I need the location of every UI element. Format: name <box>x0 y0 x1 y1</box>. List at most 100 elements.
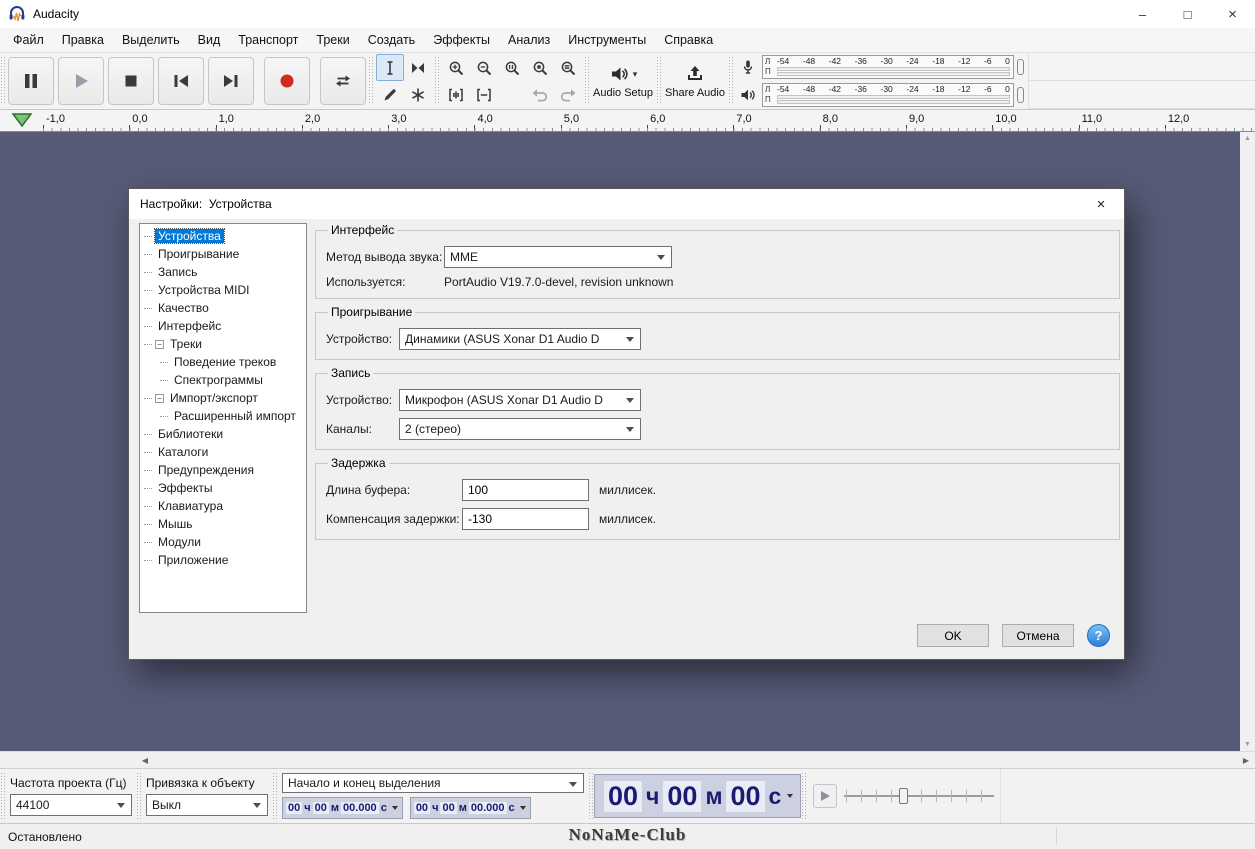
zoom-selection-button[interactable] <box>498 54 526 81</box>
playback-meter-display[interactable]: Л П -54-48-42-36-30-24-18-12-60 <box>762 83 1014 107</box>
help-button[interactable]: ? <box>1087 624 1110 647</box>
tree-item[interactable]: Качество <box>140 299 306 317</box>
menu-item[interactable]: Файл <box>4 30 53 50</box>
tree-item[interactable]: Клавиатура <box>140 497 306 515</box>
dialog-close-button[interactable]: × <box>1078 189 1124 219</box>
project-rate-combobox[interactable]: 44100 <box>10 794 132 816</box>
tree-item[interactable]: Расширенный импорт <box>140 407 306 425</box>
zoom-toggle-button[interactable] <box>526 54 554 81</box>
latency-compensation-input[interactable] <box>462 508 589 530</box>
recording-meter[interactable]: Л П -54-48-42-36-30-24-18-12-60 <box>736 54 1024 80</box>
maximize-button[interactable]: □ <box>1165 0 1210 28</box>
tree-item[interactable]: Предупреждения <box>140 461 306 479</box>
zoom-out-button[interactable] <box>470 54 498 81</box>
selection-tool-button[interactable] <box>376 54 404 81</box>
recording-device-combobox[interactable]: Микрофон (ASUS Xonar D1 Audio D <box>399 389 641 411</box>
timeline-ruler[interactable]: -1,00,01,02,03,04,05,06,07,08,09,010,011… <box>0 110 1255 132</box>
zoom-in-button[interactable] <box>442 54 470 81</box>
menu-item[interactable]: Правка <box>53 30 113 50</box>
draw-tool-button[interactable] <box>376 81 404 108</box>
tree-item[interactable]: Устройства MIDI <box>140 281 306 299</box>
scroll-left-button[interactable]: ◀ <box>137 753 153 768</box>
play-speed-slider-thumb[interactable] <box>899 788 908 804</box>
record-button[interactable] <box>264 57 310 105</box>
tree-item[interactable]: Приложение <box>140 551 306 569</box>
silence-audio-button[interactable] <box>470 81 498 108</box>
envelope-tool-button[interactable] <box>404 54 432 81</box>
horizontal-scrollbar[interactable]: ◀ ▶ <box>0 751 1255 768</box>
zoom-fit-button[interactable] <box>554 54 582 81</box>
scroll-down-button[interactable]: ▼ <box>1244 741 1251 748</box>
tree-item-label: Предупреждения <box>155 463 257 477</box>
audio-setup-button[interactable]: ▾ Audio Setup <box>590 55 656 107</box>
tree-item[interactable]: Устройства <box>140 227 306 245</box>
time-format-caret-icon[interactable] <box>787 794 793 798</box>
menu-item[interactable]: Треки <box>307 30 358 50</box>
share-audio-button[interactable]: Share Audio <box>662 55 728 107</box>
audio-host-combobox[interactable]: MME <box>444 246 672 268</box>
tree-item[interactable]: Интерфейс <box>140 317 306 335</box>
play-button[interactable] <box>58 57 104 105</box>
menu-item[interactable]: Инструменты <box>559 30 655 50</box>
cancel-button[interactable]: Отмена <box>1002 624 1074 647</box>
menu-item[interactable]: Эффекты <box>424 30 499 50</box>
scroll-right-button[interactable]: ▶ <box>1238 753 1254 768</box>
trim-audio-button[interactable] <box>442 81 470 108</box>
menu-item[interactable]: Выделить <box>113 30 189 50</box>
recording-channels-combobox[interactable]: 2 (стерео) <box>399 418 641 440</box>
toolbar-gripper[interactable] <box>368 57 374 105</box>
tree-item[interactable]: Эффекты <box>140 479 306 497</box>
undo-button[interactable] <box>526 81 554 108</box>
tree-item[interactable]: Поведение треков <box>140 353 306 371</box>
play-at-speed-button[interactable] <box>813 784 837 808</box>
multi-tool-button[interactable] <box>404 81 432 108</box>
time-format-caret-icon[interactable] <box>520 806 526 810</box>
tree-item[interactable]: Запись <box>140 263 306 281</box>
tree-item[interactable]: Проигрывание <box>140 245 306 263</box>
menu-item[interactable]: Анализ <box>499 30 559 50</box>
skip-to-start-button[interactable] <box>158 57 204 105</box>
redo-button[interactable] <box>554 81 582 108</box>
selection-end-display[interactable]: 00ч00м00.000с <box>410 797 531 819</box>
playback-volume-slider[interactable] <box>1017 87 1024 103</box>
loop-button[interactable] <box>320 57 366 105</box>
tree-item[interactable]: Мышь <box>140 515 306 533</box>
menu-item[interactable]: Транспорт <box>229 30 307 50</box>
ok-button[interactable]: OK <box>917 624 989 647</box>
stop-button[interactable] <box>108 57 154 105</box>
transport-toolbar <box>6 57 368 105</box>
selection-start-display[interactable]: 00ч00м00.000с <box>282 797 403 819</box>
tree-expander-icon[interactable]: − <box>155 340 164 349</box>
playback-meter[interactable]: Л П -54-48-42-36-30-24-18-12-60 <box>736 82 1024 108</box>
playback-device-combobox[interactable]: Динамики (ASUS Xonar D1 Audio D <box>399 328 641 350</box>
recording-meter-display[interactable]: Л П -54-48-42-36-30-24-18-12-60 <box>762 55 1014 79</box>
buffer-length-input[interactable] <box>462 479 589 501</box>
pause-button[interactable] <box>8 57 54 105</box>
tree-item[interactable]: Каталоги <box>140 443 306 461</box>
menu-item[interactable]: Вид <box>189 30 230 50</box>
toolbar-gripper[interactable] <box>728 57 734 105</box>
status-text: Остановлено <box>8 830 82 844</box>
menu-item[interactable]: Справка <box>655 30 722 50</box>
tree-item[interactable]: Спектрограммы <box>140 371 306 389</box>
snap-to-combobox[interactable]: Выкл <box>146 794 268 816</box>
scroll-up-button[interactable]: ▲ <box>1244 135 1251 142</box>
recording-volume-slider[interactable] <box>1017 59 1024 75</box>
time-format-caret-icon[interactable] <box>392 806 398 810</box>
close-button[interactable]: × <box>1210 0 1255 28</box>
play-speed-slider[interactable] <box>844 785 994 807</box>
menu-item[interactable]: Создать <box>359 30 425 50</box>
toolbar-gripper[interactable] <box>434 57 440 105</box>
minimize-button[interactable]: – <box>1120 0 1165 28</box>
skip-to-end-button[interactable] <box>208 57 254 105</box>
tree-expander-icon[interactable]: − <box>155 394 164 403</box>
latency-compensation-label: Компенсация задержки: <box>326 512 462 526</box>
tree-item[interactable]: Модули <box>140 533 306 551</box>
tree-item[interactable]: Библиотеки <box>140 425 306 443</box>
audio-position-display[interactable]: 00ч00м00с <box>594 774 801 818</box>
selection-format-combobox[interactable]: Начало и конец выделения <box>282 773 584 793</box>
tree-item[interactable]: − Импорт/экспорт <box>140 389 306 407</box>
dialog-title-bar[interactable]: Настройки: Устройства × <box>129 189 1124 219</box>
vertical-scrollbar[interactable]: ▲ ▼ <box>1240 132 1255 751</box>
tree-item[interactable]: − Треки <box>140 335 306 353</box>
